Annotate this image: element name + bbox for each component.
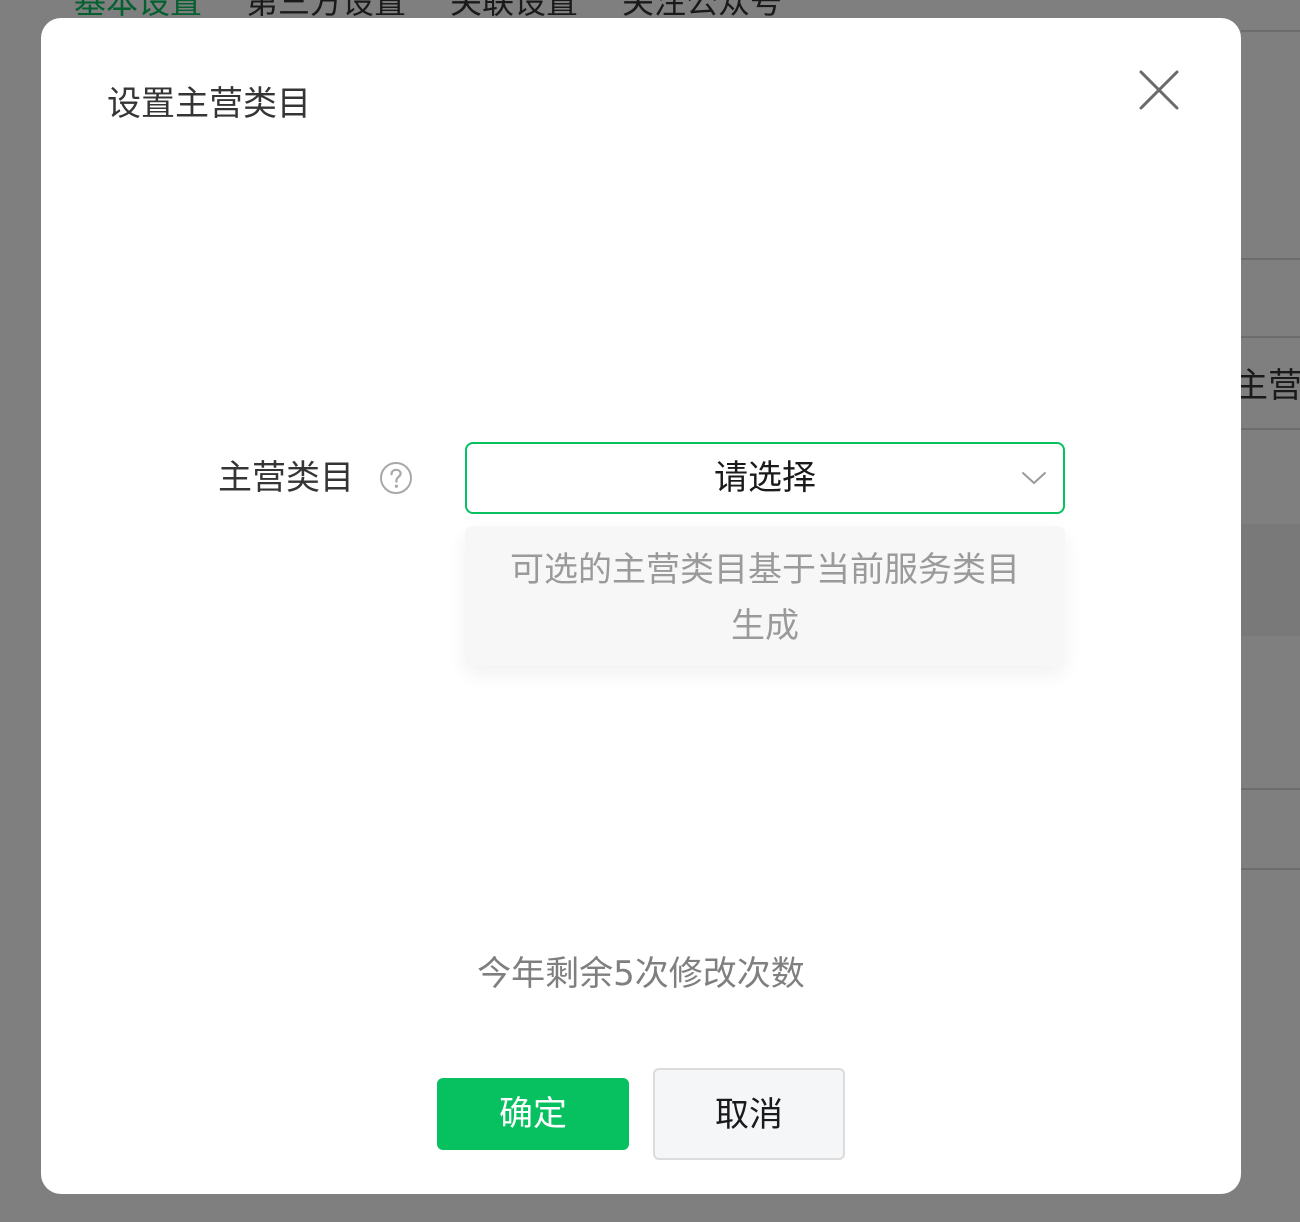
question-circle-icon[interactable] [379,461,413,495]
set-main-category-dialog: 设置主营类目 主营类目 请选择 可选的主营类目基于当前服务类目生成 今年剩余5次… [41,18,1241,1194]
main-category-label: 主营类目 [218,458,354,498]
remaining-changes-text: 今年剩余5次修改次数 [477,954,805,994]
close-button[interactable] [1133,64,1185,116]
close-icon [1139,70,1179,110]
cancel-button[interactable]: 取消 [653,1068,845,1160]
chevron-down-icon [1021,468,1047,488]
dialog-title: 设置主营类目 [107,84,311,124]
tooltip-text: 可选的主营类目基于当前服务类目生成 [510,550,1020,646]
main-category-select[interactable]: 请选择 [465,442,1065,514]
select-placeholder: 请选择 [714,458,816,498]
confirm-button[interactable]: 确定 [437,1078,629,1150]
category-tooltip: 可选的主营类目基于当前服务类目生成 [465,526,1065,666]
